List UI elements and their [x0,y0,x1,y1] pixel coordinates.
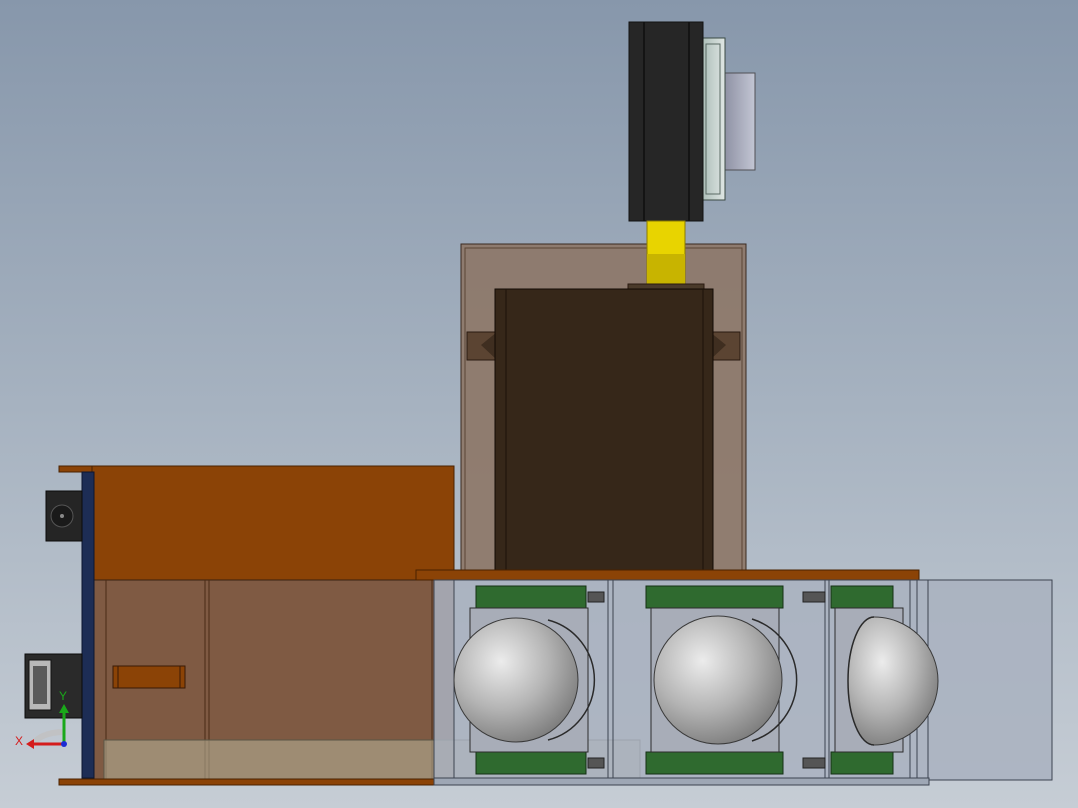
caster-wheel-1 [453,585,605,775]
caster-ball [653,615,783,745]
wood-lip-top [58,465,95,473]
motor-cap [721,72,756,171]
axis-y-label: Y [59,689,67,703]
axis-z-origin-icon [61,741,67,747]
caster-ball [453,617,579,743]
glass-bottom-rail [433,777,930,786]
wood-top-panel [91,465,455,581]
caster-bolt [587,757,605,769]
motor-body-black [628,21,704,222]
caster-bolt [587,591,605,603]
wheel-module-strip[interactable] [415,569,1053,786]
front-plate-blue [81,471,95,779]
axis-x-arrow-head [26,739,34,749]
motor-housing[interactable] [460,220,747,575]
caster-plate-green [475,585,587,609]
wood-top-rail [415,569,920,581]
motor-shaft-shade [647,254,685,284]
caster-plate-green [645,585,784,609]
caster-plate-green [830,751,894,775]
dc-jack-pin [60,514,64,518]
usb-port-slot [33,666,47,704]
left-wood-top-box[interactable] [58,465,455,581]
axis-x-label: X [15,734,23,748]
caster-bolt [802,591,826,603]
wood-slot [112,665,186,689]
caster-plate-green [475,751,587,775]
cad-3d-viewport[interactable]: X Y [0,0,1078,808]
caster-plate-green [830,585,894,609]
wood-lip-bottom [58,778,455,786]
upper-motor-assembly[interactable] [628,21,756,222]
gear-motor-body [494,288,714,572]
caster-bolt [802,757,826,769]
caster-plate-green [645,751,784,775]
